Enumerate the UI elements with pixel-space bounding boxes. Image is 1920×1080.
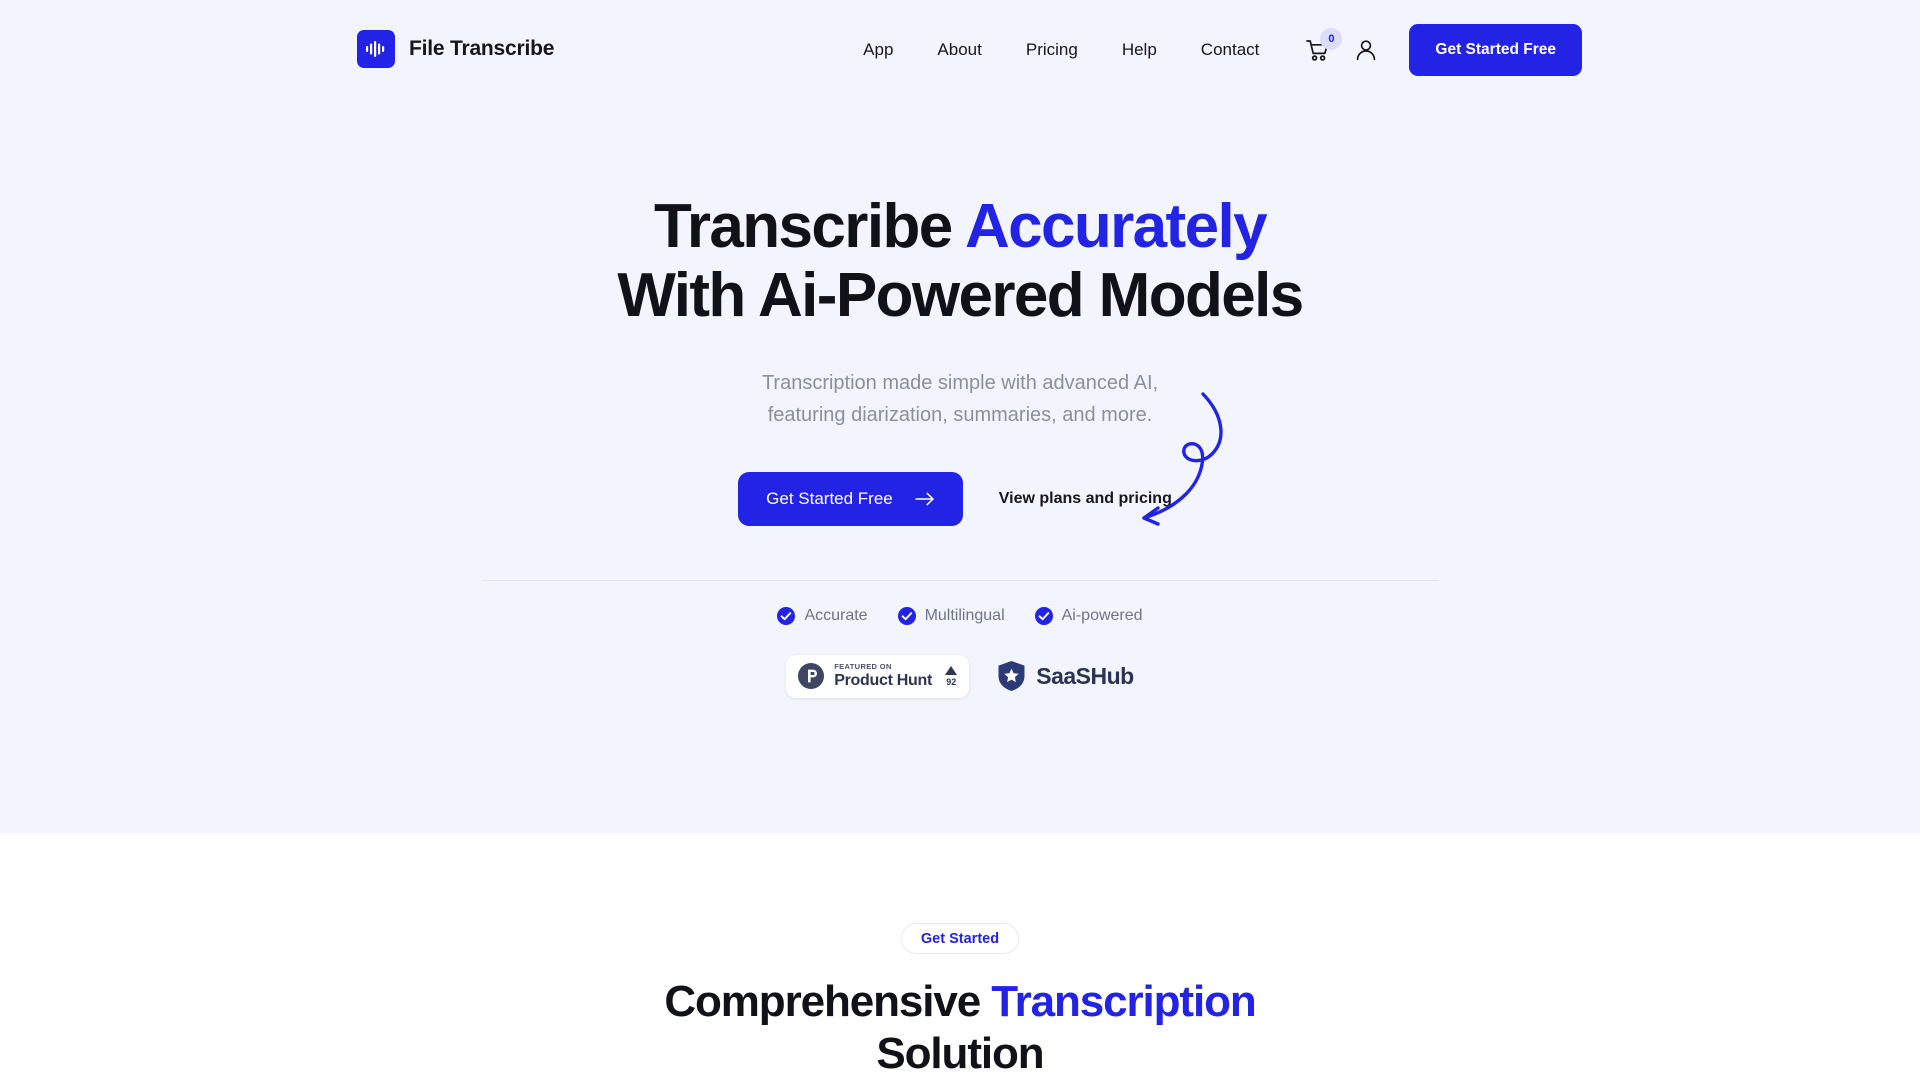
check-circle-icon bbox=[897, 606, 916, 625]
features-section: Get Started Comprehensive Transcription … bbox=[0, 833, 1920, 1080]
feature-item-ai-powered: Ai-powered bbox=[1034, 606, 1143, 625]
arrow-right-icon bbox=[915, 492, 934, 506]
hero-headline: Transcribe Accurately With Ai-Powered Mo… bbox=[617, 192, 1304, 331]
product-hunt-badge[interactable]: FEATURED ON Product Hunt 92 bbox=[786, 654, 970, 698]
check-circle-icon bbox=[1034, 606, 1053, 625]
social-proof-badges: FEATURED ON Product Hunt 92 SaaSHub bbox=[786, 654, 1134, 698]
hero-feature-list: Accurate Multilingual Ai-powered bbox=[777, 606, 1143, 625]
hero-cta-row: Get Started Free View plans and pricing bbox=[738, 391, 1223, 526]
feature-item-accurate: Accurate bbox=[777, 606, 868, 625]
features-section-title: Comprehensive Transcription Solution bbox=[664, 976, 1257, 1080]
saashub-name: SaaSHub bbox=[1036, 662, 1134, 689]
product-hunt-icon bbox=[798, 663, 825, 690]
triangle-up-icon bbox=[945, 665, 958, 675]
subhead-line-1: Transcription made simple with advanced … bbox=[761, 371, 1159, 394]
section2-title-accent: Transcription bbox=[991, 977, 1257, 1027]
section2-title-plain-2: Solution bbox=[876, 1029, 1044, 1079]
headline-accent: Accurately bbox=[964, 192, 1268, 261]
headline-plain-1: Transcribe bbox=[654, 192, 965, 261]
hero-get-started-button[interactable]: Get Started Free bbox=[738, 471, 963, 526]
headline-line-2: With Ai-Powered Models bbox=[617, 261, 1304, 331]
saashub-badge[interactable]: SaaSHub bbox=[997, 660, 1134, 692]
product-hunt-upvote-count: 92 bbox=[946, 676, 957, 687]
subhead-line-2: featuring diarization, summaries, and mo… bbox=[767, 404, 1153, 427]
hero-get-started-label: Get Started Free bbox=[766, 488, 893, 508]
product-hunt-text: FEATURED ON Product Hunt bbox=[834, 663, 932, 689]
get-started-pill[interactable]: Get Started bbox=[900, 923, 1020, 955]
landing-page: File Transcribe App About Pricing Help C… bbox=[0, 0, 1920, 1080]
check-circle-icon bbox=[777, 606, 796, 625]
product-hunt-name: Product Hunt bbox=[834, 671, 932, 689]
feature-label: Accurate bbox=[804, 606, 868, 624]
headline-line-1: Transcribe Accurately bbox=[654, 192, 1268, 261]
feature-label: Multilingual bbox=[924, 606, 1005, 624]
feature-item-multilingual: Multilingual bbox=[897, 606, 1005, 625]
hero-subheadline: Transcription made simple with advanced … bbox=[762, 367, 1158, 432]
product-hunt-upvote: 92 bbox=[945, 665, 958, 687]
hero-divider bbox=[481, 579, 1439, 581]
view-plans-and-pricing-link[interactable]: View plans and pricing bbox=[989, 490, 1182, 508]
feature-label: Ai-powered bbox=[1061, 606, 1143, 624]
section2-title-plain-1: Comprehensive bbox=[664, 977, 992, 1027]
product-hunt-featured-label: FEATURED ON bbox=[834, 662, 892, 672]
hero-content: Transcribe Accurately With Ai-Powered Mo… bbox=[0, 0, 1920, 698]
saashub-shield-star-icon bbox=[998, 661, 1025, 692]
